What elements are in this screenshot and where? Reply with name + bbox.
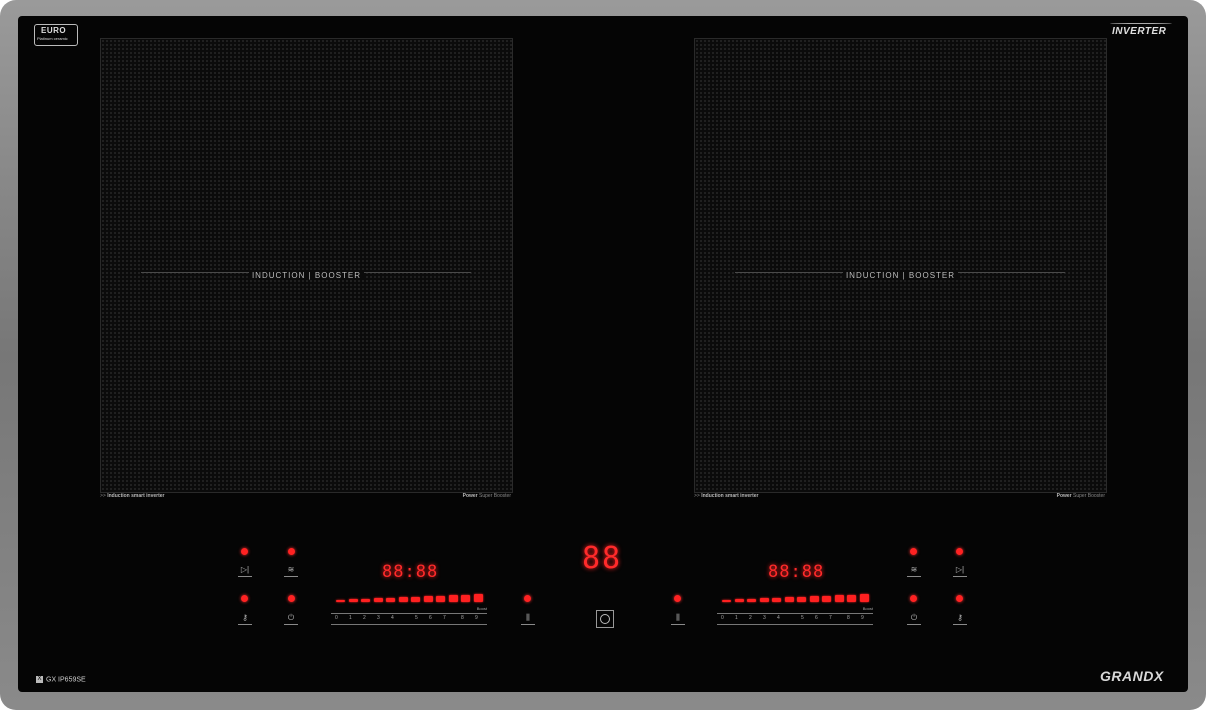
badge-title: EURO — [41, 26, 67, 35]
power-bar-segment — [423, 596, 433, 602]
scale-number: 8 — [847, 615, 850, 621]
power-bar-segment — [834, 595, 844, 602]
power-bar-segment — [373, 598, 383, 602]
power-bar-segment — [411, 596, 420, 602]
indicator-dot — [956, 548, 963, 555]
indicator-dot — [288, 595, 295, 602]
power-bar-segment — [361, 598, 370, 602]
scale-number: 2 — [363, 615, 366, 621]
left-power-scale[interactable]: 0 1 2 3 4 5 6 7 8 9 Boost — [331, 606, 487, 625]
left-power-slider-bars[interactable] — [336, 590, 486, 602]
power-bar-segment — [386, 597, 395, 602]
zone-label: INDUCTION | BOOSTER — [248, 271, 365, 280]
boost-label: Boost — [862, 606, 873, 611]
scale-number: 1 — [349, 615, 352, 621]
center-display: 88 — [582, 541, 623, 576]
power-bar-segment — [784, 597, 794, 602]
cooking-zone-right[interactable]: INDUCTION | BOOSTER — [694, 38, 1107, 493]
badge-subtitle: Platinum ceramic — [37, 36, 68, 41]
model-icon: X — [36, 676, 43, 683]
power-bar-segment — [348, 599, 358, 602]
indicator-dot — [288, 548, 295, 555]
zone-label: INDUCTION | BOOSTER — [842, 271, 959, 280]
power-icon[interactable]: ⏻ — [284, 612, 298, 625]
scale-number: 0 — [721, 615, 724, 621]
indicator-dot — [910, 595, 917, 602]
zone-label-wrap: INDUCTION | BOOSTER — [695, 265, 1106, 283]
right-power-slider-bars[interactable] — [722, 590, 872, 602]
scale-number: 3 — [377, 615, 380, 621]
scale-number: 1 — [735, 615, 738, 621]
scale-number: 2 — [749, 615, 752, 621]
power-bar-segment — [461, 594, 470, 602]
boost-label: Boost — [476, 606, 487, 611]
cooktop-glass: EURO Platinum ceramic INVERTER INDUCTION… — [18, 16, 1188, 692]
power-bar-segment — [809, 596, 819, 602]
power-bar-segment — [759, 598, 769, 602]
scale-number: 6 — [429, 615, 432, 621]
right-timer-display: 88:88 — [768, 562, 825, 582]
power-bar-segment — [847, 594, 856, 602]
power-bar-segment — [747, 598, 756, 602]
right-power-scale[interactable]: 0 1 2 3 4 5 6 7 8 9 Boost — [717, 606, 873, 625]
euro-badge: EURO Platinum ceramic — [34, 24, 78, 46]
indicator-dot — [524, 595, 531, 602]
scale-number: 9 — [861, 615, 864, 621]
play-pause-icon[interactable]: ▷| — [238, 564, 252, 577]
play-pause-icon[interactable]: ▷| — [953, 564, 967, 577]
power-bar-segment — [336, 600, 345, 602]
zone-foot-booster: Super Booster — [477, 493, 511, 499]
scale-number: 9 — [475, 615, 478, 621]
power-bar-segment — [859, 593, 869, 602]
bridge-zone-icon[interactable]: ⫼ — [671, 612, 685, 625]
zone-foot-booster: Super Booster — [1071, 493, 1105, 499]
bridge-zone-icon[interactable]: ⫼ — [521, 612, 535, 625]
zone-foot-title: Induction smart inverter — [701, 493, 759, 499]
zone-foot-title: Induction smart inverter — [107, 493, 165, 499]
scale-number: 5 — [801, 615, 804, 621]
lock-key-icon[interactable]: ⚷ — [953, 612, 967, 625]
scale-number: 5 — [415, 615, 418, 621]
model-label: X GX IP659SE — [36, 676, 86, 683]
left-timer-display: 88:88 — [382, 562, 439, 582]
scale-number: 7 — [443, 615, 446, 621]
power-bar-segment — [398, 597, 408, 602]
scale-number: 4 — [777, 615, 780, 621]
power-bar-segment — [772, 597, 781, 602]
model-text: GX IP659SE — [46, 676, 86, 684]
inverter-logo: INVERTER — [1109, 23, 1173, 37]
indicator-dot — [241, 548, 248, 555]
timer-clock-icon[interactable] — [596, 610, 614, 628]
scale-number: 6 — [815, 615, 818, 621]
power-bar-segment — [734, 599, 744, 602]
power-bar-segment — [448, 595, 458, 602]
power-bar-segment — [822, 595, 831, 602]
scale-number: 0 — [335, 615, 338, 621]
zone-label-wrap: INDUCTION | BOOSTER — [101, 265, 512, 283]
scale-number: 8 — [461, 615, 464, 621]
power-bar-segment — [722, 600, 731, 602]
power-bar-segment — [473, 593, 483, 602]
power-bar-segment — [797, 596, 806, 602]
power-bar-segment — [436, 595, 445, 602]
indicator-dot — [910, 548, 917, 555]
indicator-dot — [674, 595, 681, 602]
lock-key-icon[interactable]: ⚷ — [238, 612, 252, 625]
scale-number: 3 — [763, 615, 766, 621]
cooking-zone-left[interactable]: INDUCTION | BOOSTER — [100, 38, 513, 493]
scale-number: 7 — [829, 615, 832, 621]
indicator-dot — [241, 595, 248, 602]
indicator-dot — [956, 595, 963, 602]
zone-foot-power: Power — [462, 493, 478, 499]
keep-warm-icon[interactable]: ≋ — [907, 564, 921, 577]
brand-logo: GRANDX — [1100, 668, 1164, 684]
scale-number: 4 — [391, 615, 394, 621]
keep-warm-icon[interactable]: ≋ — [284, 564, 298, 577]
power-icon[interactable]: ⏻ — [907, 612, 921, 625]
zone-foot-power: Power — [1056, 493, 1072, 499]
